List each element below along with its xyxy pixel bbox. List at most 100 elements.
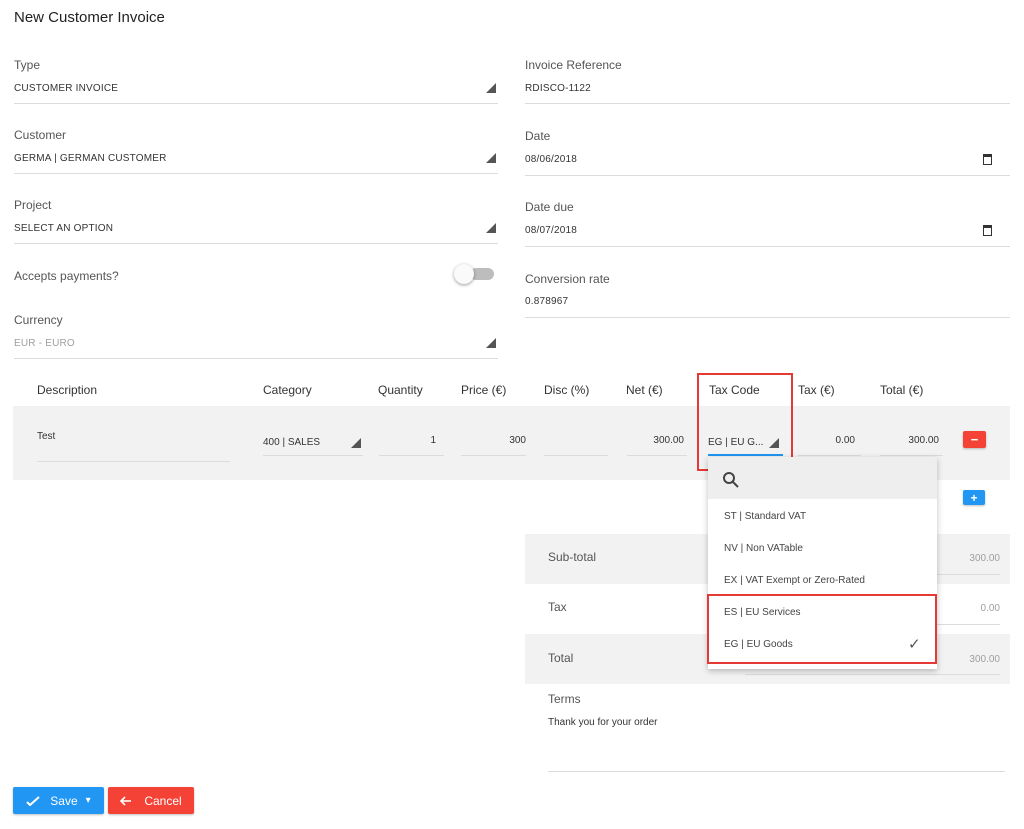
row-description-underline <box>37 461 230 462</box>
col-header-price: Price (€) <box>461 383 507 397</box>
save-label: Save <box>50 793 78 808</box>
calendar-icon[interactable] <box>983 225 992 236</box>
row-quantity-value: 1 <box>430 435 436 446</box>
tax-option-ex[interactable]: EX | VAT Exempt or Zero-Rated <box>724 575 865 586</box>
customer-select[interactable]: GERMA | GERMAN CUSTOMER <box>14 148 498 174</box>
row-quantity-input[interactable]: 1 <box>379 430 444 456</box>
cancel-label: Cancel <box>144 793 182 808</box>
col-header-tax: Tax (€) <box>798 383 835 397</box>
page-title: New Customer Invoice <box>14 9 165 26</box>
row-description-value: Test <box>37 431 56 442</box>
terms-label: Terms <box>548 692 581 706</box>
terms-underline <box>548 771 1005 772</box>
dropdown-arrow-icon <box>486 223 496 233</box>
calendar-icon[interactable] <box>983 154 992 165</box>
col-header-net: Net (€) <box>626 383 663 397</box>
add-row-button[interactable]: + <box>963 490 985 505</box>
row-price-input[interactable]: 300 <box>461 430 526 456</box>
type-underline <box>14 103 498 104</box>
row-total-value: 300.00 <box>908 435 939 446</box>
col-header-quantity: Quantity <box>378 383 423 397</box>
invoice-reference-label: Invoice Reference <box>525 58 622 72</box>
row-category-select[interactable]: 400 | SALES <box>263 430 363 456</box>
dropdown-search-field[interactable] <box>708 457 937 499</box>
row-category-value: 400 | SALES <box>263 437 321 448</box>
subtotal-label: Sub-total <box>548 550 597 564</box>
date-underline <box>525 175 1010 176</box>
row-total-underline <box>880 455 943 456</box>
project-label: Project <box>14 198 52 212</box>
total-label: Total <box>548 651 574 665</box>
currency-select[interactable]: EUR - EURO <box>14 333 498 359</box>
row-tax-underline <box>798 455 861 456</box>
date-value: 08/06/2018 <box>525 154 578 165</box>
row-tax-value: 0.00 <box>835 435 855 446</box>
row-price-underline <box>461 455 526 456</box>
invoice-reference-value: RDISCO-1122 <box>525 83 591 94</box>
customer-value: GERMA | GERMAN CUSTOMER <box>14 153 167 164</box>
conversion-rate-input[interactable]: 0.878967 <box>525 291 1010 318</box>
save-button[interactable]: Save ▾ <box>13 787 104 814</box>
accepts-payments-label: Accepts payments? <box>14 269 119 283</box>
terms-textarea[interactable]: Thank you for your order <box>548 712 1005 772</box>
row-quantity-underline <box>379 455 444 456</box>
date-due-input[interactable]: 08/07/2018 <box>525 219 1010 247</box>
row-net-value: 300.00 <box>653 435 684 446</box>
conversion-rate-underline <box>525 317 1010 318</box>
cancel-button[interactable]: Cancel <box>108 787 194 814</box>
col-header-category: Category <box>263 383 312 397</box>
row-price-value: 300 <box>509 435 526 446</box>
row-disc-underline <box>544 455 608 456</box>
conversion-rate-label: Conversion rate <box>525 272 610 286</box>
currency-label: Currency <box>14 313 63 327</box>
conversion-rate-value: 0.878967 <box>525 296 569 307</box>
row-disc-input[interactable] <box>544 430 608 456</box>
invoice-reference-underline <box>525 103 1010 104</box>
accepts-payments-toggle[interactable] <box>452 264 496 288</box>
date-due-label: Date due <box>525 200 574 214</box>
tax-value: 0.00 <box>980 603 1000 614</box>
dropdown-arrow-icon <box>351 438 361 448</box>
currency-underline <box>14 358 498 359</box>
toggle-knob <box>454 264 474 284</box>
col-header-total: Total (€) <box>880 383 924 397</box>
invoice-reference-input[interactable]: RDISCO-1122 <box>525 78 1010 104</box>
date-due-value: 08/07/2018 <box>525 225 578 236</box>
tax-option-nv[interactable]: NV | Non VATable <box>724 543 803 554</box>
tax-option-st[interactable]: ST | Standard VAT <box>724 511 806 522</box>
row-description-input[interactable]: Test <box>37 425 230 462</box>
project-underline <box>14 243 498 244</box>
options-highlight <box>707 594 937 664</box>
row-tax-input[interactable]: 0.00 <box>798 430 861 456</box>
row-category-underline <box>263 455 363 456</box>
project-value: SELECT AN OPTION <box>14 223 114 234</box>
project-select[interactable]: SELECT AN OPTION <box>14 218 498 244</box>
row-net-input[interactable]: 300.00 <box>627 430 687 456</box>
date-label: Date <box>525 129 551 143</box>
row-net-underline <box>627 455 687 456</box>
arrow-left-icon <box>120 795 132 806</box>
terms-value: Thank you for your order <box>548 717 658 728</box>
tax-label: Tax <box>548 600 567 614</box>
subtotal-value: 300.00 <box>969 553 1000 564</box>
currency-value: EUR - EURO <box>14 338 75 349</box>
remove-row-button[interactable]: − <box>963 431 986 448</box>
type-label: Type <box>14 58 41 72</box>
type-select[interactable]: CUSTOMER INVOICE <box>14 78 498 104</box>
col-header-disc: Disc (%) <box>544 383 590 397</box>
total-underline <box>745 674 1000 675</box>
search-icon <box>723 472 739 488</box>
col-header-description: Description <box>37 383 98 397</box>
dropdown-arrow-icon <box>486 153 496 163</box>
date-due-underline <box>525 246 1010 247</box>
dropdown-arrow-icon <box>486 338 496 348</box>
check-icon <box>26 795 40 806</box>
total-value: 300.00 <box>969 654 1000 665</box>
type-value: CUSTOMER INVOICE <box>14 83 119 94</box>
date-input[interactable]: 08/06/2018 <box>525 148 1010 176</box>
customer-label: Customer <box>14 128 67 142</box>
row-total-input[interactable]: 300.00 <box>880 430 943 456</box>
caret-down-icon[interactable]: ▾ <box>86 795 91 806</box>
dropdown-arrow-icon <box>486 83 496 93</box>
customer-underline <box>14 173 498 174</box>
